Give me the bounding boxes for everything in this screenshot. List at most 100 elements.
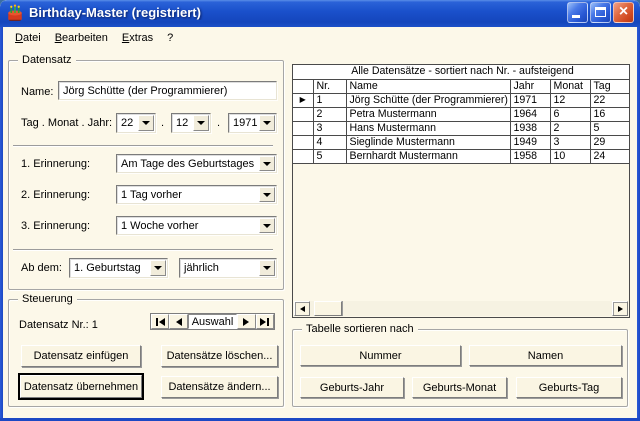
date-label: Tag . Monat . Jahr:	[21, 117, 112, 130]
sort-by-name-button[interactable]: Namen	[469, 345, 622, 366]
table-cell[interactable]: 3	[550, 135, 590, 149]
column-header-jahr[interactable]: Jahr	[510, 79, 550, 93]
previous-record-button[interactable]	[169, 314, 187, 329]
chevron-down-icon[interactable]	[193, 115, 209, 131]
last-record-button[interactable]	[256, 314, 274, 329]
table-row[interactable]: 3Hans Mustermann193825	[293, 121, 630, 135]
table-cell[interactable]: 29	[590, 135, 630, 149]
chevron-down-icon[interactable]	[259, 218, 275, 233]
chevron-down-icon[interactable]	[138, 115, 154, 131]
delete-records-button[interactable]: Datensätze löschen...	[161, 345, 278, 367]
table-row[interactable]: 4Sieglinde Mustermann1949329	[293, 135, 630, 149]
table-cell[interactable]: Hans Mustermann	[346, 121, 510, 135]
table-cell[interactable]: 1971	[510, 93, 550, 107]
first-icon	[159, 318, 165, 326]
chevron-down-icon[interactable]	[259, 115, 275, 131]
table-cell[interactable]: 24	[590, 149, 630, 163]
column-header-monat[interactable]: Monat	[550, 79, 590, 93]
table-cell[interactable]: 1949	[510, 135, 550, 149]
table-cell[interactable]: 1938	[510, 121, 550, 135]
column-header-name[interactable]: Name	[346, 79, 510, 93]
reminder1-combobox[interactable]: Am Tage des Geburtstages	[116, 154, 277, 173]
chevron-down-icon[interactable]	[150, 260, 166, 276]
chevron-down-icon[interactable]	[259, 260, 275, 276]
table-cell[interactable]: 3	[313, 121, 346, 135]
table-cell[interactable]: Sieglinde Mustermann	[346, 135, 510, 149]
day-value: 22	[117, 114, 137, 132]
separator	[13, 249, 273, 251]
reminder3-value: 1 Woche vorher	[117, 217, 258, 234]
row-selector[interactable]	[293, 135, 313, 149]
day-combobox[interactable]: 22	[116, 113, 156, 133]
next-record-button[interactable]	[237, 314, 255, 329]
table-cell[interactable]: Jörg Schütte (der Programmierer)	[346, 93, 510, 107]
birthday-cake-icon[interactable]	[6, 4, 24, 22]
table-cell[interactable]: 1	[313, 93, 346, 107]
close-icon: ×	[614, 3, 633, 22]
name-input[interactable]: Jörg Schütte (der Programmierer)	[58, 81, 277, 100]
sort-by-number-button[interactable]: Nummer	[300, 345, 461, 366]
insert-record-button[interactable]: Datensatz einfügen	[21, 345, 141, 367]
table-cell[interactable]: Bernhardt Mustermann	[346, 149, 510, 163]
table-row[interactable]: 5Bernhardt Mustermann19581024	[293, 149, 630, 163]
frequency-value: jährlich	[180, 259, 258, 277]
table-row[interactable]: ▶1Jörg Schütte (der Programmierer)197112…	[293, 93, 630, 107]
column-header-tag[interactable]: Tag	[590, 79, 630, 93]
menu-help[interactable]: ?	[160, 30, 180, 46]
first-record-button[interactable]	[151, 314, 169, 329]
close-button[interactable]: ×	[613, 2, 634, 23]
sort-by-birth-day-button[interactable]: Geburts-Tag	[516, 377, 622, 398]
table-cell[interactable]: 12	[550, 93, 590, 107]
abdem-combobox[interactable]: 1. Geburtstag	[69, 258, 168, 278]
sort-by-birth-year-button[interactable]: Geburts-Jahr	[300, 377, 404, 398]
row-selector[interactable]	[293, 121, 313, 135]
table-cell[interactable]: 5	[313, 149, 346, 163]
year-value: 1971	[229, 114, 258, 132]
table-cell[interactable]: 4	[313, 135, 346, 149]
menu-extras[interactable]: Extras	[115, 30, 160, 46]
menu-bearbeiten[interactable]: Bearbeiten	[48, 30, 115, 46]
reminder3-combobox[interactable]: 1 Woche vorher	[116, 216, 277, 235]
sort-by-birth-month-button[interactable]: Geburts-Monat	[412, 377, 507, 398]
scroll-right-icon	[618, 306, 623, 312]
table-cell[interactable]: 22	[590, 93, 630, 107]
row-selector[interactable]	[293, 107, 313, 121]
year-combobox[interactable]: 1971	[228, 113, 277, 133]
table-cell[interactable]: 2	[550, 121, 590, 135]
month-value: 12	[172, 114, 192, 132]
apply-record-button[interactable]: Datensatz übernehmen	[20, 375, 142, 398]
maximize-button[interactable]	[590, 2, 611, 23]
window-frame-left	[0, 27, 3, 421]
scroll-left-button[interactable]	[294, 301, 310, 316]
table-cell[interactable]: 5	[590, 121, 630, 135]
scrollbar-thumb[interactable]	[314, 301, 342, 316]
datensatz-legend: Datensatz	[18, 53, 76, 67]
reminder1-label: 1. Erinnerung:	[21, 158, 90, 171]
scroll-right-button[interactable]	[612, 301, 628, 316]
table-cell[interactable]: 2	[313, 107, 346, 121]
table-cell[interactable]: 1958	[510, 149, 550, 163]
month-combobox[interactable]: 12	[171, 113, 211, 133]
table-cell[interactable]: Petra Mustermann	[346, 107, 510, 121]
change-records-button[interactable]: Datensätze ändern...	[161, 376, 278, 398]
table-cell[interactable]: 1964	[510, 107, 550, 121]
chevron-down-icon[interactable]	[259, 187, 275, 202]
horizontal-scrollbar[interactable]	[294, 301, 628, 316]
row-selector[interactable]: ▶	[293, 93, 313, 107]
minimize-button[interactable]	[567, 2, 588, 23]
frequency-combobox[interactable]: jährlich	[179, 258, 277, 278]
previous-icon	[176, 318, 182, 326]
selector-column-header	[293, 79, 313, 93]
row-selector[interactable]	[293, 149, 313, 163]
chevron-down-icon[interactable]	[259, 156, 275, 171]
column-header-nr[interactable]: Nr.	[313, 79, 346, 93]
table-cell[interactable]: 6	[550, 107, 590, 121]
table-cell[interactable]: 16	[590, 107, 630, 121]
table-cell[interactable]: 10	[550, 149, 590, 163]
table-row[interactable]: 2Petra Mustermann1964616	[293, 107, 630, 121]
menu-datei[interactable]: Datei	[8, 30, 48, 46]
title-bar[interactable]: Birthday-Master (registriert) ×	[0, 0, 640, 27]
reminder2-combobox[interactable]: 1 Tag vorher	[116, 185, 277, 204]
abdem-value: 1. Geburtstag	[70, 259, 149, 277]
window-title: Birthday-Master (registriert)	[29, 5, 565, 20]
